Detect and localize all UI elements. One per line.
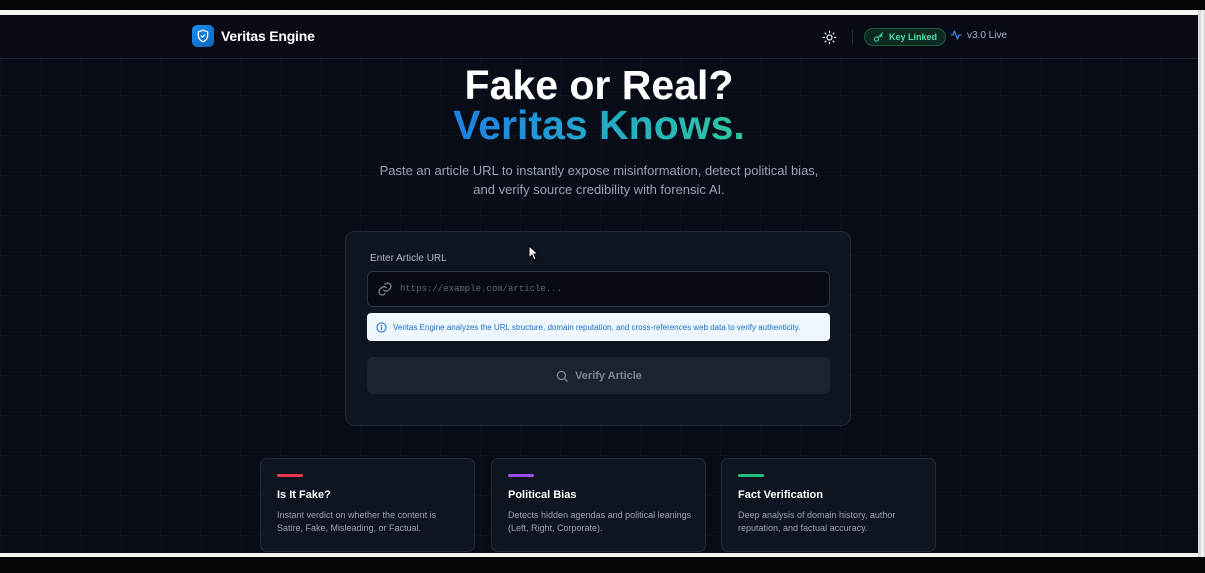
verify-button-label: Verify Article	[575, 369, 642, 382]
verify-form-card: Enter Article URL Veritas Engine analyze…	[345, 231, 851, 426]
shield-check-icon	[192, 25, 214, 47]
feature-description: Instant verdict on whether the content i…	[277, 510, 437, 533]
feature-title: Fact Verification	[738, 489, 823, 501]
feature-title: Is It Fake?	[277, 489, 331, 501]
brand[interactable]: Veritas Engine	[192, 25, 315, 47]
sun-icon	[822, 30, 836, 44]
feature-accent-bar	[508, 474, 534, 477]
hero-title: Fake or Real?	[464, 62, 734, 108]
brand-title: Veritas Engine	[221, 28, 315, 44]
nav-divider	[852, 30, 853, 44]
version-label: v3.0 Live	[967, 29, 1008, 41]
search-icon	[556, 370, 568, 382]
feature-title: Political Bias	[508, 489, 577, 501]
key-icon	[873, 31, 884, 42]
verify-article-button[interactable]: Verify Article	[367, 357, 830, 394]
info-notice: Veritas Engine analyzes the URL structur…	[367, 313, 830, 341]
feature-description: Detects hidden agendas and political lea…	[508, 510, 692, 533]
url-field-label: Enter Article URL	[370, 253, 447, 264]
url-input-wrapper[interactable]	[367, 271, 830, 307]
feature-card-verification: Fact Verification Deep analysis of domai…	[721, 458, 936, 552]
feature-card-fake: Is It Fake? Instant verdict on whether t…	[260, 458, 475, 552]
feature-description: Deep analysis of domain history, author …	[738, 510, 896, 533]
navbar: Veritas Engine Key Linked v3.0 Live	[0, 15, 1198, 59]
mouse-cursor-icon	[528, 245, 538, 261]
info-notice-text: Veritas Engine analyzes the URL structur…	[393, 322, 801, 332]
info-icon	[376, 321, 387, 333]
key-status-label: Key Linked	[889, 32, 938, 42]
feature-accent-bar	[277, 474, 303, 477]
hero-title-highlight: Veritas Knows.	[0, 103, 1198, 147]
url-input[interactable]	[400, 272, 820, 306]
hero-subtitle: Paste an article URL to instantly expose…	[379, 163, 819, 197]
feature-card-bias: Political Bias Detects hidden agendas an…	[491, 458, 706, 552]
hero-title-gradient-text: Veritas Knows.	[453, 102, 745, 148]
link-icon	[378, 282, 392, 296]
screen-bottom-border	[0, 557, 1205, 573]
key-status-badge[interactable]: Key Linked	[864, 28, 947, 46]
activity-icon	[950, 30, 962, 40]
feature-accent-bar	[738, 474, 764, 477]
theme-toggle-button[interactable]	[820, 28, 838, 46]
scrollbar-thumb[interactable]	[1201, 10, 1204, 557]
screen-top-border	[0, 0, 1205, 10]
version-indicator: v3.0 Live	[950, 29, 1007, 41]
app-window: Veritas Engine Key Linked v3.0 Live Fake…	[0, 15, 1198, 553]
